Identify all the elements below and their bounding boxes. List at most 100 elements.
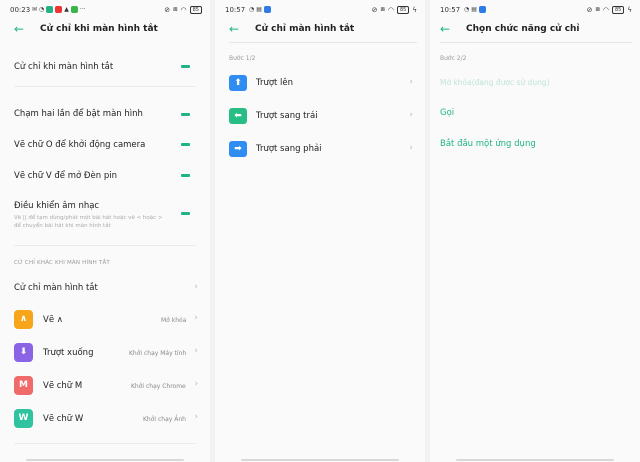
back-arrow-icon[interactable]: ← [14,22,24,36]
vibrate-icon: ⧈ [595,5,600,13]
divider [14,443,196,444]
wifi-icon: ◠ [180,5,187,14]
app-header: ← Chọn chức năng cử chỉ [430,20,640,42]
gesture-label: Trượt xuống [43,348,94,358]
music-control-setting[interactable]: Điều khiển âm nhạc [14,201,192,211]
draw-v-label: Vẽ chữ V để mở Đèn pin [14,171,117,181]
mute-icon: ⊘ [586,5,593,14]
gesture-action: Khởi chạy Ảnh [143,416,186,423]
music-control-toggle[interactable] [181,212,190,215]
main-gesture-toggle[interactable] [181,65,190,68]
system-icons: ⊘ ⧈ ◠ 85 ϟ [372,5,417,14]
chevron-right-icon: › [194,313,198,323]
chevron-right-icon: › [194,379,198,389]
divider [14,245,196,246]
arrow-right-icon: ➡ [229,141,247,157]
youtube-icon [55,6,63,13]
game-icon: ▲ [64,6,69,13]
letter-m-gesture-icon: M [14,376,33,395]
app-notification-icon [46,6,54,13]
main-gesture-setting[interactable]: Cử chỉ khi màn hình tắt [14,62,192,72]
wifi-icon: ◠ [602,5,609,14]
chevron-right-icon: › [194,282,198,292]
vibrate-icon: ⧈ [380,5,385,13]
caret-gesture-icon: ∧ [14,310,33,329]
double-tap-setting[interactable]: Chạm hai lần để bật màn hình [14,109,192,119]
notification-icons: ◔ ▤ [249,6,271,14]
double-tap-label: Chạm hai lần để bật màn hình [14,109,143,119]
screen-off-gesture-item[interactable]: Cử chỉ màn hình tắt [14,283,192,293]
music-control-label: Điều khiển âm nhạc [14,201,100,211]
chevron-right-icon: › [409,110,413,120]
app-notification-icon [478,6,486,13]
draw-o-toggle[interactable] [181,143,190,146]
battery-icon: 85 [397,5,410,14]
step-indicator: Bước 1/2 [229,55,256,62]
status-time: 10:57 [440,6,461,14]
navigation-bar[interactable] [26,459,184,461]
gesture-label: Vẽ chữ M [43,381,83,391]
data-speed-icon: ▤ [471,6,477,13]
status-bar: 10:57 ◔ ▤ ⊘ ⧈ ◠ 85 ϟ [215,0,425,20]
app-header: ← Cử chỉ màn hình tắt [215,20,425,42]
back-arrow-icon[interactable]: ← [229,22,239,36]
more-icon: ··· [79,6,86,13]
screen-gestures-settings: 00:23 ✉ ◔ ▲ ··· ⊘ ⧈ ◠ 85 ← Cử chỉ khi mà… [0,0,210,462]
option-call[interactable]: Gọi [440,108,454,118]
system-icons: ⊘ ⧈ ◠ 85 ϟ [587,5,632,14]
step-indicator: Bước 2/2 [440,55,467,62]
double-tap-toggle[interactable] [181,113,190,116]
divider [14,86,196,87]
charging-icon: ϟ [627,5,632,14]
data-speed-icon: ▤ [256,6,262,13]
wifi-small-icon: ◔ [464,6,470,13]
page-title: Chọn chức năng cử chỉ [466,24,580,34]
back-arrow-icon[interactable]: ← [440,22,450,36]
draw-o-label: Vẽ chữ O để khởi động camera [14,140,146,150]
option-unlock-in-use: Mở khóa(đang được sử dụng) [440,78,550,87]
chevron-right-icon: › [409,143,413,153]
wifi-small-icon: ◔ [39,6,45,13]
arrow-left-icon: ⬅ [229,108,247,124]
battery-icon: 85 [612,5,625,14]
screen-off-gesture-step1: 10:57 ◔ ▤ ⊘ ⧈ ◠ 85 ϟ ← Cử chỉ màn hình t… [215,0,425,462]
app-notification-icon-2 [70,6,78,13]
direction-label: Trượt sang trái [256,111,318,121]
section-header: CỬ CHỈ KHÁC KHI MÀN HÌNH TẮT [14,260,110,266]
app-notification-icon [263,6,271,13]
gesture-action: Khởi chạy Chrome [131,383,186,390]
navigation-bar[interactable] [456,459,614,461]
header-divider [440,42,632,43]
chevron-right-icon: › [409,77,413,87]
direction-label: Trượt sang phải [256,144,322,154]
wifi-icon: ◠ [387,5,394,14]
app-header: ← Cử chỉ khi màn hình tắt [0,20,210,42]
mute-icon: ⊘ [164,5,171,14]
option-start-app[interactable]: Bắt đầu một ứng dụng [440,139,536,149]
navigation-bar[interactable] [241,459,399,461]
notification-icons: ◔ ▤ [464,6,486,14]
vibrate-icon: ⧈ [173,5,178,13]
draw-v-setting[interactable]: Vẽ chữ V để mở Đèn pin [14,171,192,181]
status-time: 10:57 [225,6,246,14]
status-bar: 10:57 ◔ ▤ ⊘ ⧈ ◠ 85 ϟ [430,0,640,20]
draw-o-setting[interactable]: Vẽ chữ O để khởi động camera [14,140,192,150]
chevron-right-icon: › [194,346,198,356]
mail-icon: ✉ [32,6,38,13]
choose-gesture-function: 10:57 ◔ ▤ ⊘ ⧈ ◠ 85 ϟ ← Chọn chức năng cử… [430,0,640,462]
mute-icon: ⊘ [371,5,378,14]
chevron-right-icon: › [194,412,198,422]
page-title: Cử chỉ khi màn hình tắt [40,24,158,34]
gesture-label: Vẽ ∧ [43,315,63,325]
gesture-label: Vẽ chữ W [43,414,84,424]
main-gesture-label: Cử chỉ khi màn hình tắt [14,62,114,72]
battery-icon: 85 [189,5,202,14]
charging-icon: ϟ [412,5,417,14]
page-title: Cử chỉ màn hình tắt [255,24,355,34]
draw-v-toggle[interactable] [181,174,190,177]
status-time: 00:23 [10,6,31,14]
header-divider [229,42,417,43]
status-bar: 00:23 ✉ ◔ ▲ ··· ⊘ ⧈ ◠ 85 [0,0,210,20]
system-icons: ⊘ ⧈ ◠ 85 [164,5,202,14]
music-control-description: Vẽ || để tạm dừng/phát một bài hát hoặc … [14,215,163,229]
